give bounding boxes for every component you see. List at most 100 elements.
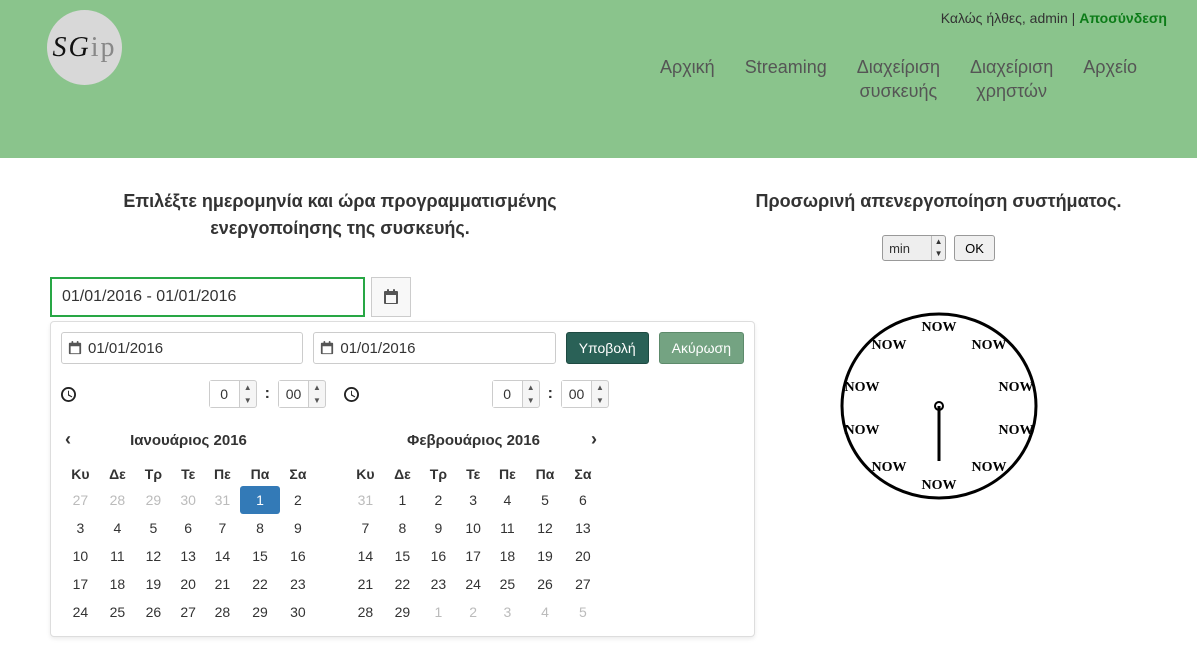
- submit-button[interactable]: Υποβολή: [566, 332, 649, 364]
- duration-unit-select[interactable]: min ▲▼: [882, 235, 946, 261]
- calendar-day[interactable]: 18: [490, 542, 526, 570]
- calendar-day[interactable]: 22: [240, 570, 280, 598]
- calendar-day[interactable]: 26: [525, 570, 565, 598]
- calendar-day[interactable]: 25: [490, 570, 526, 598]
- spinner-up-icon[interactable]: ▲: [523, 381, 539, 394]
- date-range-input[interactable]: [50, 277, 365, 317]
- prev-month-button[interactable]: ‹: [65, 429, 71, 450]
- calendar-day[interactable]: 17: [61, 570, 100, 598]
- calendar-day[interactable]: 26: [135, 598, 172, 626]
- calendar-day[interactable]: 3: [490, 598, 526, 626]
- calendar-day[interactable]: 9: [420, 514, 457, 542]
- spinner-down-icon[interactable]: ▼: [240, 394, 256, 407]
- logout-link[interactable]: Αποσύνδεση: [1079, 10, 1167, 26]
- calendar-day[interactable]: 4: [100, 514, 135, 542]
- calendar-day[interactable]: 12: [525, 514, 565, 542]
- calendar-day[interactable]: 2: [280, 486, 316, 514]
- logo[interactable]: SGip: [47, 10, 122, 85]
- nav-device-management[interactable]: Διαχείρισησυσκευής: [857, 56, 940, 103]
- calendar-day[interactable]: 19: [135, 570, 172, 598]
- calendar-day[interactable]: 15: [240, 542, 280, 570]
- calendar-day[interactable]: 24: [61, 598, 100, 626]
- spinner-down-icon[interactable]: ▼: [523, 394, 539, 407]
- calendar-day[interactable]: 23: [420, 570, 457, 598]
- next-month-button[interactable]: ›: [591, 429, 597, 450]
- nav-archive[interactable]: Αρχείο: [1083, 56, 1137, 103]
- calendar-day[interactable]: 17: [457, 542, 490, 570]
- calendar-day[interactable]: 7: [205, 514, 241, 542]
- calendar-day[interactable]: 16: [280, 542, 316, 570]
- calendar-day[interactable]: 31: [205, 486, 241, 514]
- calendar-day[interactable]: 6: [565, 486, 601, 514]
- calendar-day[interactable]: 1: [240, 486, 280, 514]
- calendar-day[interactable]: 18: [100, 570, 135, 598]
- spinner-up-icon[interactable]: ▲: [592, 381, 608, 394]
- calendar-day[interactable]: 13: [172, 542, 205, 570]
- spinner-up-icon[interactable]: ▲: [240, 381, 256, 394]
- calendar-day[interactable]: 30: [280, 598, 316, 626]
- calendar-day[interactable]: 14: [205, 542, 241, 570]
- spinner-down-icon[interactable]: ▼: [932, 248, 945, 260]
- spinner-down-icon[interactable]: ▼: [309, 394, 325, 407]
- calendar-day[interactable]: 28: [100, 486, 135, 514]
- calendar-day[interactable]: 1: [385, 486, 420, 514]
- calendar-day[interactable]: 10: [61, 542, 100, 570]
- calendar-day[interactable]: 5: [135, 514, 172, 542]
- spinner-down-icon[interactable]: ▼: [592, 394, 608, 407]
- calendar-day[interactable]: 24: [457, 570, 490, 598]
- calendar-day[interactable]: 9: [280, 514, 316, 542]
- calendar-day[interactable]: 11: [100, 542, 135, 570]
- start-date-input[interactable]: 01/01/2016: [61, 332, 303, 364]
- calendar-day[interactable]: 4: [525, 598, 565, 626]
- calendar-day[interactable]: 7: [346, 514, 385, 542]
- calendar-day[interactable]: 22: [385, 570, 420, 598]
- calendar-day[interactable]: 29: [135, 486, 172, 514]
- calendar-day[interactable]: 12: [135, 542, 172, 570]
- nav-user-management[interactable]: Διαχείρισηχρηστών: [970, 56, 1053, 103]
- calendar-day[interactable]: 28: [205, 598, 241, 626]
- nav-home[interactable]: Αρχική: [660, 56, 715, 103]
- calendar-day[interactable]: 28: [346, 598, 385, 626]
- calendar-trigger-button[interactable]: [371, 277, 411, 317]
- calendar-day[interactable]: 10: [457, 514, 490, 542]
- start-hour-spinner[interactable]: 0 ▲▼: [209, 380, 257, 408]
- calendar-day[interactable]: 8: [240, 514, 280, 542]
- nav-streaming[interactable]: Streaming: [745, 56, 827, 103]
- calendar-day[interactable]: 3: [61, 514, 100, 542]
- calendar-day[interactable]: 5: [525, 486, 565, 514]
- calendar-day[interactable]: 29: [240, 598, 280, 626]
- calendar-day[interactable]: 19: [525, 542, 565, 570]
- calendar-day[interactable]: 29: [385, 598, 420, 626]
- calendar-day[interactable]: 21: [205, 570, 241, 598]
- calendar-day[interactable]: 27: [565, 570, 601, 598]
- calendar-day[interactable]: 13: [565, 514, 601, 542]
- calendar-day[interactable]: 23: [280, 570, 316, 598]
- calendar-day[interactable]: 27: [172, 598, 205, 626]
- end-date-input[interactable]: 01/01/2016: [313, 332, 555, 364]
- calendar-day[interactable]: 25: [100, 598, 135, 626]
- calendar-day[interactable]: 20: [172, 570, 205, 598]
- calendar-day[interactable]: 2: [420, 486, 457, 514]
- spinner-up-icon[interactable]: ▲: [932, 236, 945, 248]
- calendar-day[interactable]: 30: [172, 486, 205, 514]
- calendar-day[interactable]: 8: [385, 514, 420, 542]
- calendar-day[interactable]: 20: [565, 542, 601, 570]
- calendar-day[interactable]: 27: [61, 486, 100, 514]
- calendar-day[interactable]: 14: [346, 542, 385, 570]
- spinner-up-icon[interactable]: ▲: [309, 381, 325, 394]
- end-hour-spinner[interactable]: 0 ▲▼: [492, 380, 540, 408]
- end-minute-spinner[interactable]: 00 ▲▼: [561, 380, 609, 408]
- start-minute-spinner[interactable]: 00 ▲▼: [278, 380, 326, 408]
- calendar-day[interactable]: 1: [420, 598, 457, 626]
- calendar-day[interactable]: 21: [346, 570, 385, 598]
- calendar-day[interactable]: 4: [490, 486, 526, 514]
- calendar-day[interactable]: 6: [172, 514, 205, 542]
- calendar-day[interactable]: 15: [385, 542, 420, 570]
- calendar-day[interactable]: 3: [457, 486, 490, 514]
- ok-button[interactable]: OK: [954, 235, 995, 261]
- calendar-day[interactable]: 31: [346, 486, 385, 514]
- calendar-day[interactable]: 16: [420, 542, 457, 570]
- calendar-day[interactable]: 5: [565, 598, 601, 626]
- calendar-day[interactable]: 11: [490, 514, 526, 542]
- calendar-day[interactable]: 2: [457, 598, 490, 626]
